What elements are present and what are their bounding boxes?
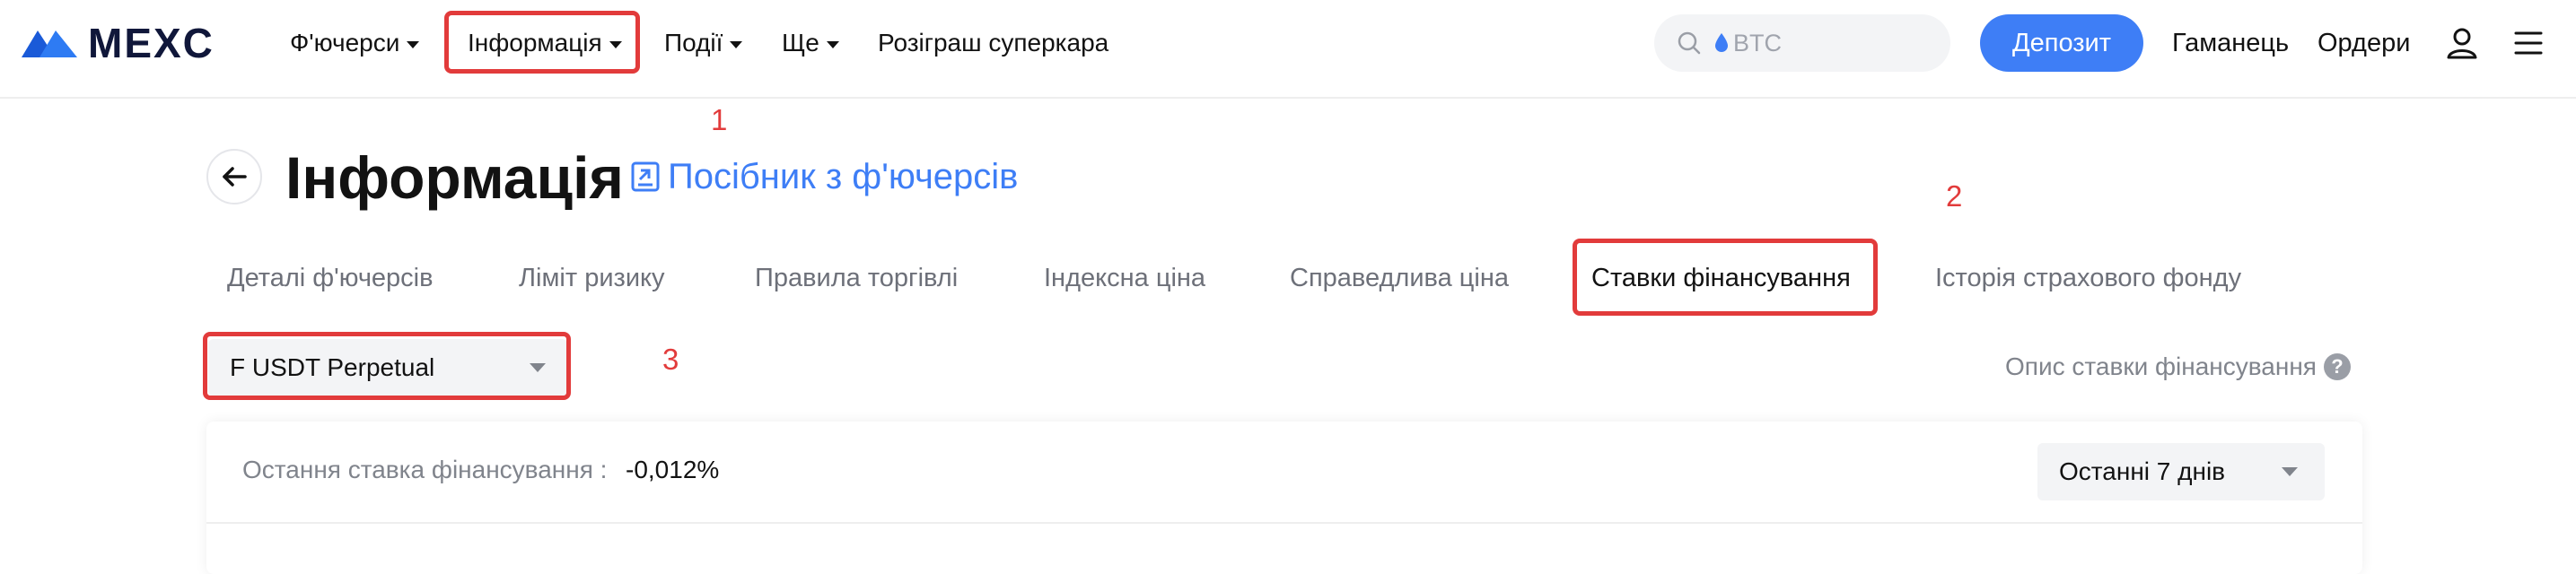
- nav-events[interactable]: Події: [664, 25, 743, 61]
- chevron-down-icon: [609, 40, 622, 48]
- nav-info[interactable]: Інформація: [468, 25, 622, 61]
- deposit-button[interactable]: Депозит: [1980, 14, 2143, 72]
- tab-contract-details[interactable]: Деталі ф'ючерсів: [227, 260, 434, 296]
- back-button[interactable]: [206, 149, 262, 204]
- futures-guide-label: Посібник з ф'ючерсів: [668, 156, 1019, 196]
- contract-select[interactable]: F USDT Perpetual: [208, 339, 567, 396]
- tab-risk-limit[interactable]: Ліміт ризику: [519, 260, 665, 296]
- brand-name: MEXC: [88, 20, 215, 66]
- futures-guide-link[interactable]: Посібник з ф'ючерсів: [630, 154, 1018, 199]
- nav-info-label: Інформація: [468, 29, 602, 57]
- orders-link[interactable]: Ордери: [2318, 25, 2410, 61]
- annotation-number-1: 1: [711, 103, 728, 136]
- nav-futures[interactable]: Ф'ючерси: [290, 25, 420, 61]
- wallet-link[interactable]: Гаманець: [2172, 25, 2289, 61]
- search-box[interactable]: [1654, 14, 1950, 72]
- nav-events-label: Події: [664, 29, 723, 57]
- last-funding-rate-label: Остання ставка фінансування :: [242, 456, 608, 483]
- period-select[interactable]: Останні 7 днів: [2037, 443, 2325, 500]
- external-guide-icon: [631, 161, 660, 192]
- card-divider: [206, 522, 2362, 524]
- tab-index-price[interactable]: Індексна ціна: [1044, 260, 1205, 296]
- annotation-number-2: 2: [1946, 179, 1963, 213]
- arrow-left-icon: [223, 167, 247, 187]
- tab-insurance-fund-history[interactable]: Історія страхового фонду: [1935, 260, 2241, 296]
- chevron-down-icon: [530, 363, 546, 372]
- nav-futures-label: Ф'ючерси: [290, 29, 400, 57]
- btc-drop-icon: [1715, 33, 1728, 52]
- chevron-down-icon: [730, 40, 743, 48]
- search-input[interactable]: [1733, 29, 1913, 57]
- search-icon: [1678, 31, 1701, 55]
- chevron-down-icon: [407, 40, 420, 48]
- question-icon: ?: [2323, 353, 2351, 380]
- last-funding-rate-value: -0,012%: [626, 456, 720, 483]
- nav-more[interactable]: Ще: [782, 25, 839, 61]
- tab-fair-price[interactable]: Справедлива ціна: [1290, 260, 1509, 296]
- funding-rate-description-label: Опис ставки фінансування: [2005, 352, 2317, 380]
- page-title: Інформація: [285, 144, 624, 211]
- mexc-logo[interactable]: MEXC: [20, 20, 255, 66]
- mexc-logo-icon: [22, 30, 77, 57]
- tab-funding-rates[interactable]: Ставки фінансування: [1591, 260, 1851, 296]
- annotation-number-3: 3: [662, 343, 679, 376]
- chevron-down-icon: [826, 40, 839, 48]
- menu-icon[interactable]: [2513, 27, 2544, 59]
- contract-select-value: F USDT Perpetual: [230, 353, 435, 381]
- funding-rate-description-link[interactable]: Опис ставки фінансування ?: [2005, 349, 2351, 385]
- user-icon[interactable]: [2445, 25, 2479, 61]
- chevron-down-icon: [2282, 467, 2298, 476]
- tab-trading-rules[interactable]: Правила торгівлі: [755, 260, 958, 296]
- nav-supercar-label: Розіграш суперкара: [878, 29, 1109, 57]
- nav-more-label: Ще: [782, 29, 819, 57]
- nav-supercar[interactable]: Розіграш суперкара: [878, 25, 1108, 61]
- period-select-value: Останні 7 днів: [2059, 457, 2226, 485]
